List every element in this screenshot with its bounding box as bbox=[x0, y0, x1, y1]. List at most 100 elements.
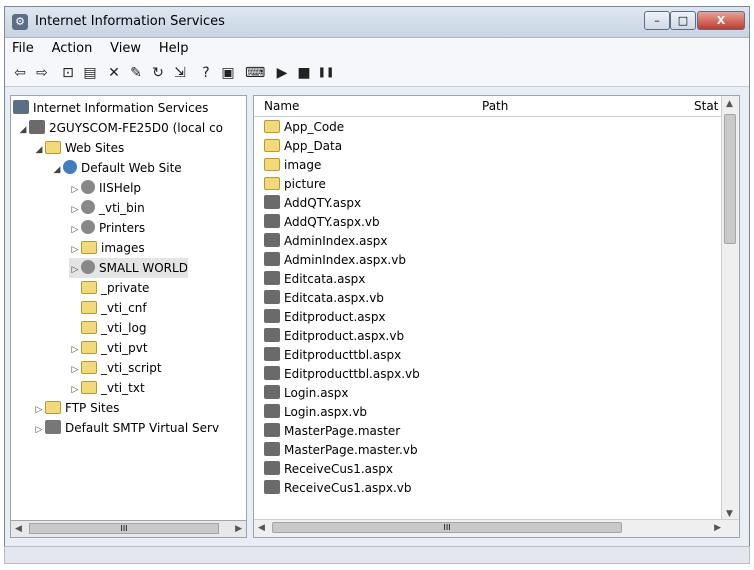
scrollbar-thumb[interactable]: III bbox=[272, 522, 622, 533]
tree-node-smtp[interactable]: ▷ Default SMTP Virtual Serv bbox=[33, 418, 219, 438]
scroll-right-icon[interactable]: ▶ bbox=[714, 523, 721, 533]
list-item[interactable]: AddQTY.aspx bbox=[264, 194, 361, 213]
delete-icon[interactable]: ✕ bbox=[105, 64, 123, 82]
scrollbar-thumb[interactable] bbox=[724, 114, 736, 244]
expand-icon[interactable]: ▷ bbox=[33, 420, 45, 440]
up-level-icon[interactable]: ⊡ bbox=[59, 64, 77, 82]
title-bar[interactable]: ⚙ Internet Information Services – □ X bbox=[5, 7, 749, 38]
export-icon[interactable]: ⇲ bbox=[171, 64, 189, 82]
back-icon[interactable]: ⇦ bbox=[11, 64, 29, 82]
expand-icon[interactable]: ▷ bbox=[69, 240, 81, 260]
maximize-button[interactable]: □ bbox=[670, 11, 696, 30]
expand-icon[interactable]: ▷ bbox=[69, 200, 81, 220]
scroll-down-icon[interactable]: ▼ bbox=[726, 509, 733, 519]
list-item[interactable]: image bbox=[264, 156, 321, 175]
tree-node-default-web-site[interactable]: ◢ Default Web Site bbox=[51, 158, 182, 178]
scroll-left-icon[interactable]: ◀ bbox=[258, 523, 265, 533]
list-horizontal-scrollbar[interactable]: ◀ III ▶ bbox=[254, 519, 739, 537]
expand-icon[interactable]: ▷ bbox=[69, 380, 81, 400]
list-item[interactable]: ReceiveCus1.aspx bbox=[264, 460, 393, 479]
list-item[interactable]: AdminIndex.aspx.vb bbox=[264, 251, 406, 270]
list-item[interactable]: Login.aspx bbox=[264, 384, 349, 403]
tree-node-vti-cnf[interactable]: _vti_cnf bbox=[69, 298, 147, 318]
list-item[interactable]: AdminIndex.aspx bbox=[264, 232, 387, 251]
scroll-right-icon[interactable]: ▶ bbox=[235, 524, 242, 534]
tree-node-label: _vti_log bbox=[101, 321, 147, 335]
tree-node-vti-log[interactable]: _vti_log bbox=[69, 318, 146, 338]
tree-node-images[interactable]: ▷ images bbox=[69, 238, 145, 258]
list-item[interactable]: App_Data bbox=[264, 137, 342, 156]
menu-action[interactable]: Action bbox=[45, 38, 100, 56]
play-icon[interactable]: ▶ bbox=[273, 64, 291, 82]
column-header-status[interactable]: Stat bbox=[694, 99, 718, 113]
tree-node-root[interactable]: Internet Information Services bbox=[13, 98, 208, 118]
tree-node-label: _vti_cnf bbox=[101, 301, 147, 315]
list-item[interactable]: Login.aspx.vb bbox=[264, 403, 367, 422]
item-label: App_Data bbox=[284, 139, 343, 153]
properties-icon[interactable]: ✎ bbox=[127, 64, 145, 82]
tree-node-small-world[interactable]: ▷ SMALL WORLD bbox=[69, 258, 188, 278]
tree-node-vti-bin[interactable]: ▷ _vti_bin bbox=[69, 198, 145, 218]
item-label: MasterPage.master.vb bbox=[284, 443, 418, 457]
forward-icon[interactable]: ⇨ bbox=[33, 64, 51, 82]
list-item[interactable]: MasterPage.master bbox=[264, 422, 400, 441]
refresh-icon[interactable]: ↻ bbox=[149, 64, 167, 82]
folder-icon bbox=[264, 120, 280, 133]
expand-icon[interactable]: ▷ bbox=[33, 400, 45, 420]
column-header-path[interactable]: Path bbox=[482, 99, 508, 113]
list-item[interactable]: picture bbox=[264, 175, 326, 194]
show-tree-icon[interactable]: ▤ bbox=[81, 64, 99, 82]
tree-horizontal-scrollbar[interactable]: ◀ III ▶ bbox=[10, 521, 247, 538]
menu-view[interactable]: View bbox=[103, 38, 148, 56]
file-icon bbox=[264, 214, 280, 228]
tree-node-vti-script[interactable]: ▷ _vti_script bbox=[69, 358, 162, 378]
computer-icon[interactable]: ⌨ bbox=[245, 64, 265, 82]
folder-icon bbox=[81, 381, 97, 394]
pause-icon[interactable]: ❚❚ bbox=[317, 64, 335, 82]
list-item[interactable]: AddQTY.aspx.vb bbox=[264, 213, 380, 232]
tree-node-ftp-sites[interactable]: ▷ FTP Sites bbox=[33, 398, 119, 418]
scroll-up-icon[interactable]: ▲ bbox=[726, 99, 733, 109]
collapse-icon[interactable]: ◢ bbox=[51, 160, 63, 180]
list-vertical-scrollbar[interactable]: ▲ ▼ bbox=[721, 96, 739, 522]
tree-node-computer[interactable]: ◢ 2GUYSCOM-FE25D0 (local co bbox=[17, 118, 223, 138]
list-item[interactable]: Editproduct.aspx.vb bbox=[264, 327, 404, 346]
scroll-left-icon[interactable]: ◀ bbox=[15, 524, 22, 534]
folder-icon bbox=[45, 401, 61, 414]
item-label: Editproducttbl.aspx bbox=[284, 348, 402, 362]
tree-node-private[interactable]: _private bbox=[69, 278, 149, 298]
list-item[interactable]: Editproducttbl.aspx.vb bbox=[264, 365, 420, 384]
tree-node-label: _vti_pvt bbox=[101, 341, 148, 355]
expand-icon[interactable]: ▷ bbox=[69, 220, 81, 240]
list-item[interactable]: App_Code bbox=[264, 118, 344, 137]
list-item[interactable]: Editcata.aspx.vb bbox=[264, 289, 384, 308]
stop-icon[interactable]: ■ bbox=[295, 64, 313, 82]
scrollbar-thumb[interactable]: III bbox=[29, 523, 219, 534]
close-button[interactable]: X bbox=[697, 11, 745, 30]
expand-icon[interactable]: ▷ bbox=[69, 260, 81, 280]
collapse-icon[interactable]: ◢ bbox=[33, 140, 45, 160]
list-item[interactable]: Editproducttbl.aspx bbox=[264, 346, 401, 365]
tree-node-iishelp[interactable]: ▷ IISHelp bbox=[69, 178, 141, 198]
tree-node-printers[interactable]: ▷ Printers bbox=[69, 218, 145, 238]
list-item[interactable]: MasterPage.master.vb bbox=[264, 441, 418, 460]
collapse-icon[interactable]: ◢ bbox=[17, 120, 29, 140]
item-label: image bbox=[284, 158, 322, 172]
tree-node-vti-pvt[interactable]: ▷ _vti_pvt bbox=[69, 338, 148, 358]
expand-icon[interactable]: ▷ bbox=[69, 180, 81, 200]
console-icon[interactable]: ▣ bbox=[219, 64, 237, 82]
list-item[interactable]: Editcata.aspx bbox=[264, 270, 365, 289]
folder-icon bbox=[81, 301, 97, 314]
tree-node-vti-txt[interactable]: ▷ _vti_txt bbox=[69, 378, 145, 398]
help-icon[interactable]: ? bbox=[197, 64, 215, 82]
minimize-button[interactable]: – bbox=[644, 11, 670, 30]
expand-icon[interactable]: ▷ bbox=[69, 340, 81, 360]
column-header-name[interactable]: Name bbox=[264, 99, 299, 113]
tree-node-web-sites[interactable]: ◢ Web Sites bbox=[33, 138, 124, 158]
file-icon bbox=[264, 404, 280, 418]
list-item[interactable]: ReceiveCus1.aspx.vb bbox=[264, 479, 412, 498]
list-item[interactable]: Editproduct.aspx bbox=[264, 308, 386, 327]
menu-file[interactable]: File bbox=[5, 38, 41, 56]
menu-help[interactable]: Help bbox=[152, 38, 196, 56]
expand-icon[interactable]: ▷ bbox=[69, 360, 81, 380]
